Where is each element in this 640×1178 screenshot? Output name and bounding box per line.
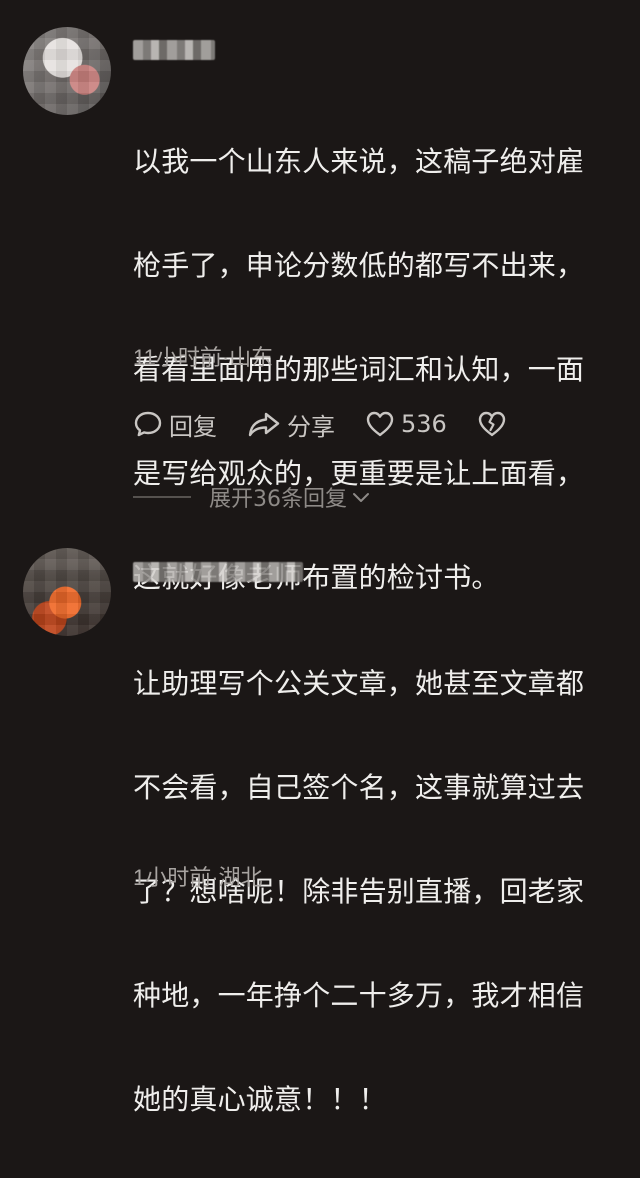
- expand-replies-label: 展开36条回复: [209, 487, 347, 512]
- like-button[interactable]: 536: [365, 409, 447, 439]
- comment-item: 让助理写个公关文章，她甚至文章都 不会看，自己签个名，这事就算过去 了？想啥呢！…: [0, 530, 640, 1116]
- comment-text: 让助理写个公关文章，她甚至文章都 不会看，自己签个名，这事就算过去 了？想啥呢！…: [133, 606, 613, 1178]
- comment-meta: 11小时前·山东: [133, 345, 274, 370]
- comment-text-line: 不会看，自己签个名，这事就算过去: [133, 771, 585, 804]
- comment-text-line: 她的真心诚意！！！: [133, 1083, 387, 1116]
- comment-actions: 回复 分享 536: [133, 404, 537, 444]
- comment-item: 以我一个山东人来说，这稿子绝对雇 枪手了，申论分数低的都写不出来， 看看里面用的…: [0, 0, 640, 594]
- avatar[interactable]: [23, 27, 111, 115]
- share-label: 分享: [287, 412, 335, 441]
- broken-heart-icon: [478, 411, 506, 437]
- expand-divider: [133, 496, 191, 498]
- dislike-button[interactable]: [477, 409, 507, 439]
- share-arrow-icon: [248, 412, 280, 437]
- comment-text-line: 让助理写个公关文章，她甚至文章都: [133, 667, 585, 700]
- heart-icon: [366, 411, 394, 437]
- reply-label: 回复: [169, 412, 217, 441]
- share-button[interactable]: 分享: [247, 407, 335, 442]
- avatar[interactable]: [23, 548, 111, 636]
- comment-text-line: 种地，一年挣个二十多万，我才相信: [133, 979, 585, 1012]
- comment-text-line: 以我一个山东人来说，这稿子绝对雇: [133, 145, 585, 178]
- like-count: 536: [401, 410, 447, 438]
- expand-replies-button[interactable]: 展开36条回复: [133, 481, 371, 513]
- username-blurred[interactable]: [133, 562, 303, 582]
- comment-bubble-icon: [134, 411, 162, 437]
- reply-button[interactable]: 回复: [133, 407, 217, 442]
- comment-text-line: 枪手了，申论分数低的都写不出来，: [133, 249, 585, 282]
- comment-meta: 1小时前·湖北: [133, 865, 263, 890]
- chevron-down-icon: [353, 493, 369, 502]
- username-blurred[interactable]: [133, 40, 215, 60]
